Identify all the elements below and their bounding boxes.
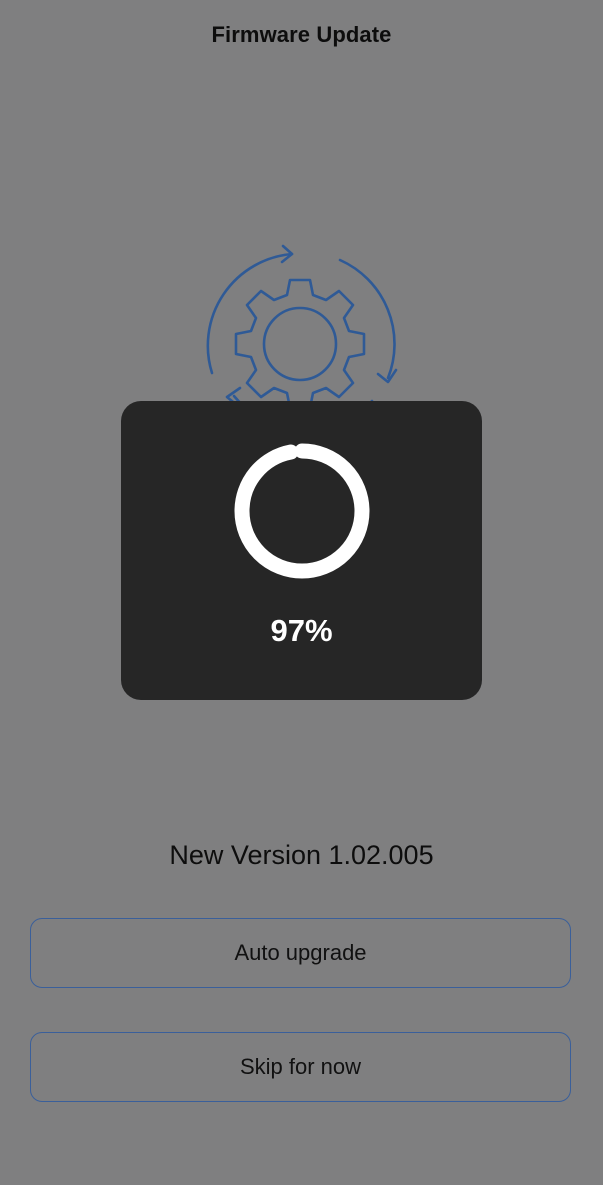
- skip-button[interactable]: Skip for now: [30, 1032, 571, 1102]
- auto-upgrade-button[interactable]: Auto upgrade: [30, 918, 571, 988]
- progress-ring-arc: [234, 443, 370, 579]
- new-version-text: New Version 1.02.005: [169, 840, 434, 870]
- progress-ring-icon: [234, 443, 370, 579]
- progress-percent: 97%: [270, 613, 333, 648]
- progress-overlay: 97%: [121, 401, 482, 700]
- gear-sync-icon: [206, 244, 398, 418]
- page-title: Firmware Update: [211, 22, 392, 47]
